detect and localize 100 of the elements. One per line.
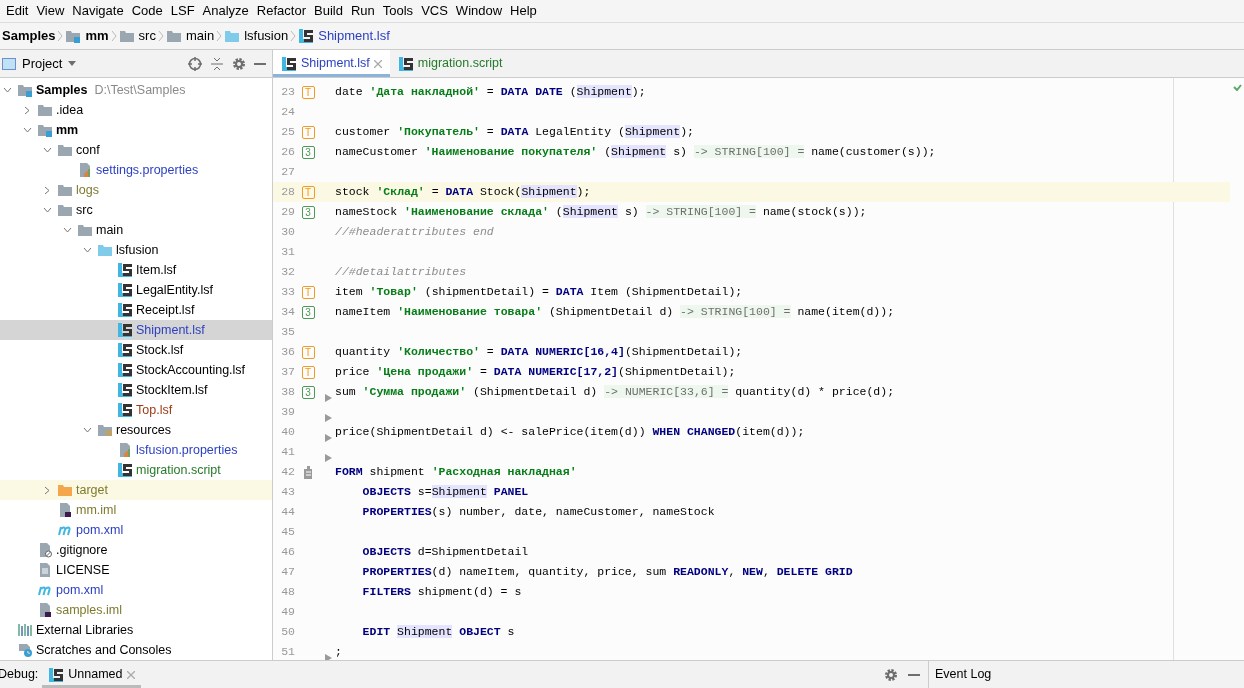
line-number: 32 bbox=[280, 264, 295, 281]
tree-item[interactable]: src bbox=[0, 200, 272, 220]
menu-item[interactable]: Tools bbox=[378, 0, 418, 22]
editor-tab[interactable]: Shipment.lsf bbox=[273, 50, 390, 77]
menu-item[interactable]: VCS bbox=[417, 0, 452, 22]
breadcrumb[interactable]: main bbox=[163, 26, 217, 46]
text-file-icon bbox=[37, 562, 53, 578]
chevron-icon bbox=[110, 30, 117, 42]
tree-item[interactable]: Shipment.lsf bbox=[0, 320, 272, 340]
line-number: 49 bbox=[280, 604, 295, 621]
code-line: quantity 'Количество' = DATA NUMERIC[16,4](ShipmentDetail); bbox=[335, 344, 743, 361]
tree-item[interactable]: conf bbox=[0, 140, 272, 160]
gutter-badge[interactable]: 3 bbox=[301, 305, 315, 319]
menu-item[interactable]: Navigate bbox=[68, 0, 128, 22]
file-icon bbox=[117, 262, 133, 278]
code-line: EDIT Shipment OBJECT s bbox=[361, 624, 515, 641]
chevron-icon bbox=[157, 30, 164, 42]
chevron-icon bbox=[216, 30, 223, 42]
line-number: 23 bbox=[280, 84, 295, 101]
tree-item[interactable]: Stock.lsf bbox=[0, 340, 272, 360]
breadcrumb[interactable]: src bbox=[116, 26, 158, 46]
file-icon bbox=[117, 462, 133, 478]
file-icon bbox=[117, 382, 133, 398]
tree-item[interactable]: settings.properties bbox=[0, 160, 272, 180]
line-number: 24 bbox=[280, 104, 295, 121]
caret-icon bbox=[68, 61, 77, 66]
folder-icon bbox=[57, 482, 73, 498]
menu-item[interactable]: Refactor bbox=[252, 0, 310, 22]
tree-item[interactable]: mm.iml bbox=[0, 500, 272, 520]
gutter-badge[interactable]: 3 bbox=[301, 385, 315, 399]
file-icon bbox=[117, 302, 133, 318]
code-line: sum 'Сумма продажи' (ShipmentDetail d) -> NUMERIC[33,6] = quantity(d) * price(d); bbox=[335, 384, 895, 401]
tree-item[interactable]: logs bbox=[0, 180, 272, 200]
tree-item[interactable]: target bbox=[0, 480, 272, 500]
code-line: //#detailattributes bbox=[335, 264, 467, 281]
editor-tab[interactable]: migration.script bbox=[389, 50, 511, 77]
tree-item[interactable]: StockAccounting.lsf bbox=[0, 360, 272, 380]
tree-item[interactable]: Scratches and Consoles bbox=[0, 640, 272, 660]
menu-item[interactable]: Code bbox=[127, 0, 167, 22]
line-number: 50 bbox=[280, 624, 295, 641]
code-line: nameItem 'Наименование товара' (ShipmentDetail d) -> STRING[100] = name(item(d)); bbox=[335, 304, 895, 321]
line-number: 28 bbox=[280, 184, 295, 201]
event-log-tab[interactable]: Event Log bbox=[928, 661, 1244, 688]
tree-item[interactable]: Samples D:\Test\Samples bbox=[0, 80, 272, 100]
line-number: 29 bbox=[280, 204, 295, 221]
tree-item[interactable]: External Libraries bbox=[0, 620, 272, 640]
file-icon bbox=[117, 402, 133, 418]
tree-item[interactable]: Top.lsf bbox=[0, 400, 272, 420]
tree-item[interactable]: migration.script bbox=[0, 460, 272, 480]
line-number: 44 bbox=[280, 504, 295, 521]
breadcrumb[interactable]: lsfusion bbox=[222, 26, 291, 46]
menu-item[interactable]: Edit bbox=[2, 0, 33, 22]
code-line: FILTERS shipment(d) = s bbox=[361, 584, 522, 601]
tree-item[interactable]: StockItem.lsf bbox=[0, 380, 272, 400]
tree-item[interactable]: lsfusion bbox=[0, 240, 272, 260]
tree-item[interactable]: resources bbox=[0, 420, 272, 440]
tree-item[interactable]: lsfusion.properties bbox=[0, 440, 272, 460]
folder-icon bbox=[224, 28, 241, 44]
file-icon bbox=[117, 342, 133, 358]
tree-item[interactable]: pom.xml bbox=[0, 520, 272, 540]
menu-item[interactable]: Build bbox=[310, 0, 347, 22]
menu-item[interactable]: Analyze bbox=[198, 0, 253, 22]
tree-item[interactable]: Item.lsf bbox=[0, 260, 272, 280]
code-line: stock 'Склад' = DATA Stock(Shipment); bbox=[335, 184, 591, 201]
file-icon bbox=[37, 602, 53, 618]
menu-item[interactable]: LSF bbox=[166, 0, 199, 22]
breadcrumb[interactable]: Samples bbox=[0, 26, 58, 46]
folder-icon bbox=[57, 202, 73, 218]
tree-item[interactable]: main bbox=[0, 220, 272, 240]
tree-item[interactable]: mm bbox=[0, 120, 272, 140]
menu-item[interactable]: Window bbox=[451, 0, 507, 22]
locate-icon bbox=[188, 56, 202, 71]
tree-item[interactable]: LegalEntity.lsf bbox=[0, 280, 272, 300]
line-number: 48 bbox=[280, 584, 295, 601]
menu-item[interactable]: Run bbox=[346, 0, 379, 22]
tree-item[interactable]: .gitignore bbox=[0, 540, 272, 560]
code-line: price 'Цена продажи' = DATA NUMERIC[17,2](ShipmentDetail); bbox=[335, 364, 736, 381]
gutter-badge[interactable]: 3 bbox=[301, 145, 315, 159]
minimize-icon bbox=[254, 62, 266, 65]
tree-item[interactable]: pom.xml bbox=[0, 580, 272, 600]
gutter-badge[interactable]: 3 bbox=[301, 205, 315, 219]
breadcrumb[interactable]: Shipment.lsf bbox=[296, 26, 392, 46]
tree-item[interactable]: Receipt.lsf bbox=[0, 300, 272, 320]
line-number: 27 bbox=[280, 164, 295, 181]
menu-item[interactable]: View bbox=[32, 0, 69, 22]
path-hint: D:\Test\Samples bbox=[94, 81, 186, 99]
tree-item[interactable]: LICENSE bbox=[0, 560, 272, 580]
line-number: 31 bbox=[280, 244, 295, 261]
collapse-all-icon bbox=[210, 56, 224, 71]
line-number: 43 bbox=[280, 484, 295, 501]
tree-item[interactable]: samples.iml bbox=[0, 600, 272, 620]
line-number: 39 bbox=[280, 404, 295, 421]
debug-tab[interactable]: Unnamed bbox=[42, 661, 141, 688]
menu-item[interactable]: Help bbox=[506, 0, 541, 22]
line-number: 47 bbox=[280, 564, 295, 581]
line-number: 40 bbox=[280, 424, 295, 441]
code-line: customer 'Покупатель' = DATA LegalEntity (Shipment); bbox=[335, 124, 694, 141]
folder-icon bbox=[97, 422, 113, 438]
tree-item[interactable]: .idea bbox=[0, 100, 272, 120]
breadcrumb[interactable]: mm bbox=[63, 26, 111, 46]
